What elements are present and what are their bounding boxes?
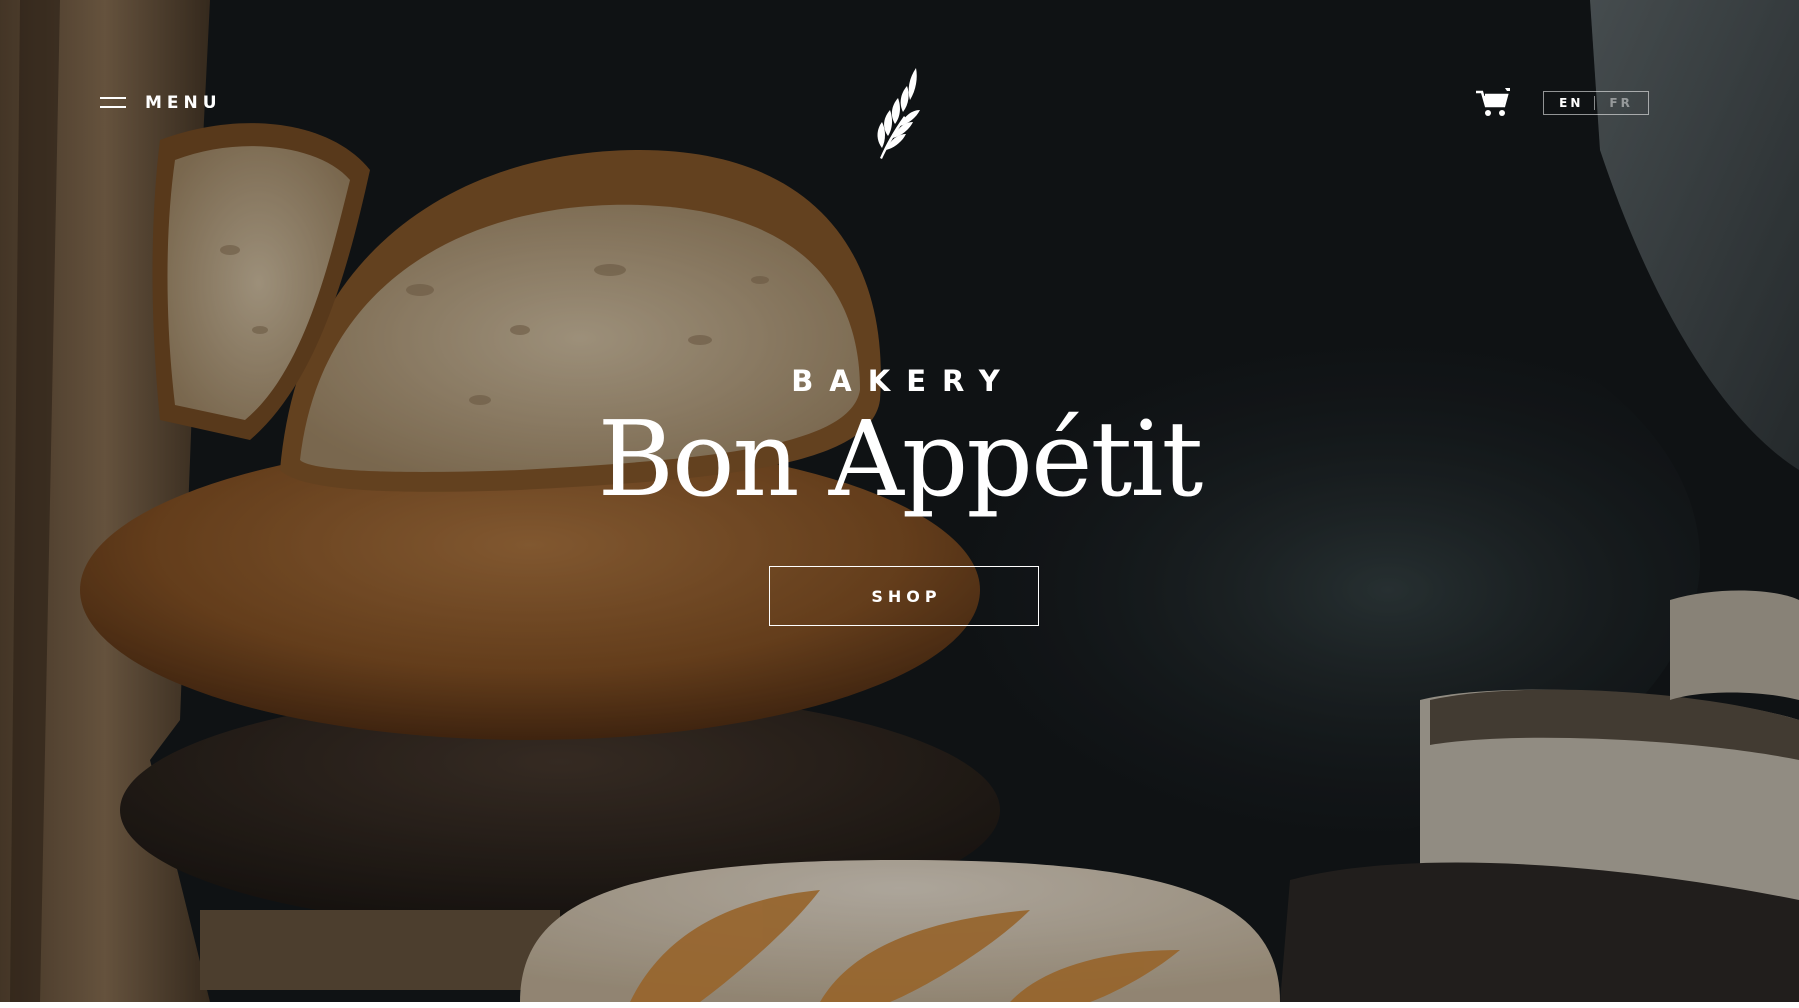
hero-title: Bon Appétit bbox=[597, 398, 1204, 520]
hero-section: MENU EN FR BAKERY Bon Appétit SHOP bbox=[0, 0, 1799, 1002]
hero-eyebrow: BAKERY bbox=[791, 364, 1016, 398]
menu-button[interactable]: MENU bbox=[100, 90, 222, 116]
shop-button[interactable]: SHOP bbox=[769, 566, 1039, 626]
menu-label: MENU bbox=[145, 93, 222, 113]
wheat-logo-icon[interactable] bbox=[872, 64, 928, 160]
hamburger-menu-icon bbox=[100, 96, 126, 110]
language-switcher: EN FR bbox=[1543, 91, 1649, 115]
shopping-cart-icon bbox=[1476, 88, 1510, 116]
cart-button[interactable] bbox=[1476, 88, 1510, 118]
language-divider bbox=[1594, 96, 1596, 110]
language-option-en[interactable]: EN bbox=[1559, 96, 1583, 110]
language-option-fr[interactable]: FR bbox=[1609, 96, 1632, 110]
